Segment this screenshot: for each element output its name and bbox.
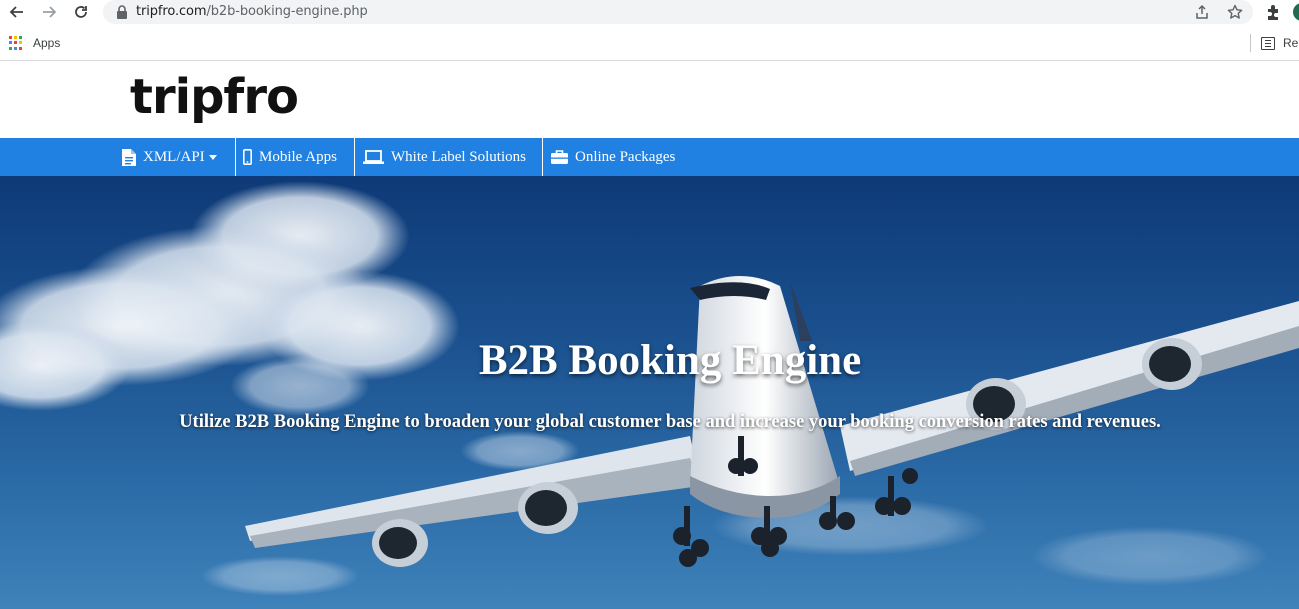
site-header: tripfro — [0, 62, 1299, 138]
site-nav: XML/API Mobile Apps White Label Solution… — [0, 138, 1299, 176]
engine — [372, 519, 428, 567]
reading-list-button[interactable]: Re — [1261, 36, 1298, 50]
nav-item-white-label[interactable]: White Label Solutions — [363, 138, 526, 176]
nav-label-xml-api: XML/API — [143, 148, 205, 165]
nav-divider — [542, 138, 543, 176]
nav-label-white-label: White Label Solutions — [391, 148, 526, 165]
bookmarks-divider — [1250, 34, 1251, 52]
address-bar[interactable]: tripfro.com/b2b-booking-engine.php — [103, 0, 1253, 24]
nav-label-mobile-apps: Mobile Apps — [259, 148, 337, 165]
apps-grid-icon — [9, 36, 23, 50]
reading-list-icon — [1261, 36, 1275, 50]
hero-title: B2B Booking Engine — [478, 337, 862, 384]
hero-banner: B2B Booking Engine Utilize B2B Booking E… — [0, 176, 1299, 609]
url-text: tripfro.com/b2b-booking-engine.php — [136, 4, 368, 19]
share-button[interactable] — [1193, 3, 1211, 21]
back-icon — [9, 6, 23, 18]
engine — [518, 482, 578, 534]
bookmarks-bar: Apps Re — [0, 26, 1299, 61]
document-icon — [122, 148, 136, 166]
profile-avatar[interactable] — [1293, 3, 1299, 21]
briefcase-icon — [551, 150, 568, 164]
forward-icon — [43, 6, 57, 18]
star-icon — [1227, 4, 1243, 19]
forward-button[interactable] — [37, 1, 61, 23]
bookmark-star-button[interactable] — [1226, 3, 1244, 21]
reload-button[interactable] — [69, 1, 93, 23]
hero-subtitle: Utilize B2B Booking Engine to broaden yo… — [179, 412, 1161, 432]
mobile-icon — [243, 149, 252, 165]
back-button[interactable] — [5, 1, 29, 23]
apps-label: Apps — [33, 36, 61, 50]
nav-item-xml-api[interactable]: XML/API — [122, 138, 217, 176]
nav-divider — [354, 138, 355, 176]
nav-label-online-packages: Online Packages — [575, 148, 676, 165]
site-logo[interactable]: tripfro — [130, 69, 299, 125]
nav-divider — [235, 138, 236, 176]
laptop-icon — [363, 150, 384, 164]
share-icon — [1196, 4, 1208, 19]
apps-shortcut[interactable]: Apps — [9, 36, 60, 50]
nav-item-mobile-apps[interactable]: Mobile Apps — [243, 138, 337, 176]
reading-list-label: Re — [1283, 36, 1299, 50]
chevron-down-icon — [208, 154, 217, 160]
airplane-hero-image — [0, 181, 1299, 596]
extensions-icon[interactable] — [1264, 3, 1282, 21]
url-path: /b2b-booking-engine.php — [206, 4, 368, 19]
nav-item-online-packages[interactable]: Online Packages — [551, 138, 675, 176]
reload-icon — [75, 6, 87, 18]
url-host: tripfro.com — [136, 4, 207, 19]
lock-icon — [117, 5, 127, 19]
browser-toolbar: tripfro.com/b2b-booking-engine.php — [0, 0, 1299, 26]
